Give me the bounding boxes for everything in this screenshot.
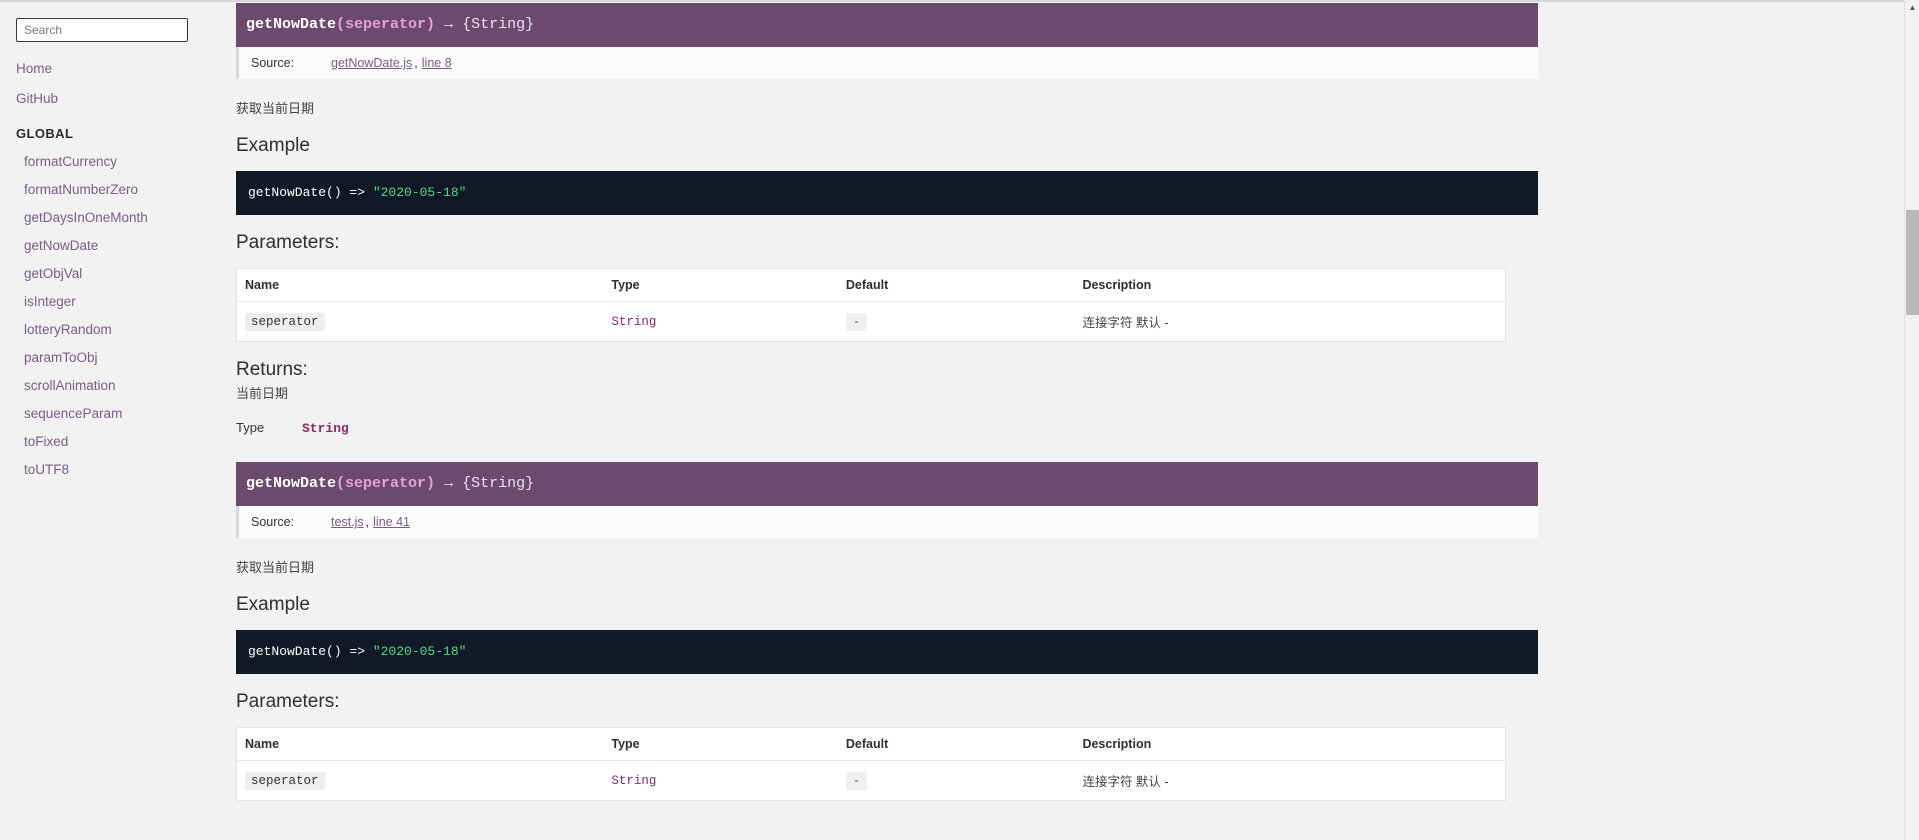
cell-param-name: seperator (237, 761, 604, 801)
sidebar-item-toutf8[interactable]: toUTF8 (24, 462, 220, 478)
table-row: seperator String - 连接字符 默认 - (237, 302, 1506, 342)
example-code-string: "2020-05-18" (372, 185, 467, 200)
function-section: getNowDate(seperator) → {String} Source:… (236, 3, 1901, 436)
column-header-description: Description (1074, 268, 1506, 302)
function-return-type: {String} (462, 475, 535, 492)
parameters-heading: Parameters: (236, 232, 340, 253)
table-row: seperator String - 连接字符 默认 - (237, 761, 1506, 801)
table-header-row: Name Type Default Description (236, 727, 1506, 761)
cell-param-type: String (603, 302, 838, 342)
column-header-default: Default (837, 727, 1075, 761)
function-description: 获取当前日期 (236, 101, 315, 116)
param-name-badge: seperator (245, 313, 325, 331)
cell-param-name: seperator (237, 302, 604, 342)
source-label: Source: (251, 515, 295, 529)
column-header-name: Name (236, 727, 604, 761)
page-root: Home GitHub GLOBAL formatCurrency format… (0, 0, 1919, 840)
returns-type-row: Type String (236, 420, 1901, 436)
function-signature-header: getNowDate(seperator) → {String} (236, 462, 1538, 506)
example-code-block: getNowDate() => "2020-05-18" (236, 630, 1538, 674)
cell-param-default: - (838, 761, 1075, 801)
parameters-table: Name Type Default Description seperator … (236, 268, 1506, 342)
sidebar-item-sequenceparam[interactable]: sequenceParam (24, 406, 220, 422)
sidebar-link-home[interactable]: Home (16, 61, 220, 77)
function-params: (seperator) (336, 16, 436, 33)
function-return-type: {String} (462, 16, 535, 33)
sidebar-item-scrollanimation[interactable]: scrollAnimation (24, 378, 220, 394)
sidebar-item-lotteryrandom[interactable]: lotteryRandom (24, 322, 220, 338)
param-description-text: 连接字符 默认 - (1082, 316, 1169, 330)
sidebar-item-paramtoobj[interactable]: paramToObj (24, 350, 220, 366)
function-name: getNowDate (246, 16, 337, 33)
parameters-table: Name Type Default Description seperator … (236, 727, 1506, 801)
source-separator: , (414, 56, 418, 70)
sidebar: Home GitHub GLOBAL formatCurrency format… (0, 0, 236, 840)
returns-description: 当前日期 (236, 386, 289, 401)
source-file-link[interactable]: getNowDate.js (331, 56, 412, 70)
example-heading: Example (236, 135, 310, 156)
function-params: (seperator) (336, 475, 436, 492)
arrow-icon: → (444, 16, 454, 33)
scrollbar-thumb[interactable] (1906, 210, 1919, 315)
param-description-text: 连接字符 默认 - (1082, 775, 1169, 789)
source-separator: , (365, 515, 370, 529)
cell-param-type: String (603, 761, 838, 801)
sidebar-item-isinteger[interactable]: isInteger (24, 294, 220, 310)
example-code-prefix: getNowDate() => (248, 185, 373, 200)
param-default-badge: - (845, 313, 868, 331)
param-default-badge: - (845, 772, 868, 790)
cell-param-default: - (838, 302, 1075, 342)
function-signature-header: getNowDate(seperator) → {String} (236, 3, 1538, 47)
column-header-type: Type (603, 727, 838, 761)
column-header-name: Name (236, 268, 604, 302)
source-row: Source: test.js, line 41 (236, 506, 1538, 538)
parameters-heading: Parameters: (236, 691, 340, 712)
param-type-value: String (611, 315, 657, 329)
main-content: getNowDate(seperator) → {String} Source:… (236, 0, 1919, 840)
sidebar-section-title-global: GLOBAL (16, 126, 74, 141)
table-header-row: Name Type Default Description (236, 268, 1506, 302)
returns-type-label: Type (236, 420, 265, 435)
example-code-string: "2020-05-18" (372, 644, 467, 659)
column-header-description: Description (1074, 727, 1506, 761)
vertical-scrollbar[interactable]: ▲ (1904, 0, 1919, 840)
search-input[interactable] (16, 18, 188, 42)
column-header-default: Default (837, 268, 1075, 302)
sidebar-item-getnowdate[interactable]: getNowDate (24, 238, 220, 254)
example-code-block: getNowDate() => "2020-05-18" (236, 171, 1538, 215)
arrow-icon: → (444, 475, 454, 492)
column-header-type: Type (603, 268, 838, 302)
returns-heading: Returns: (236, 359, 308, 380)
cell-param-description: 连接字符 默认 - (1074, 302, 1505, 342)
source-line-link[interactable]: line 8 (422, 56, 452, 70)
function-description: 获取当前日期 (236, 560, 315, 575)
cell-param-description: 连接字符 默认 - (1074, 761, 1505, 801)
param-name-badge: seperator (245, 772, 325, 790)
source-line-link[interactable]: line 41 (373, 515, 410, 529)
sidebar-item-getdaysinonemonth[interactable]: getDaysInOneMonth (24, 210, 220, 226)
returns-type-value: String (302, 421, 349, 436)
source-label: Source: (251, 56, 295, 70)
source-file-link[interactable]: test.js (331, 515, 364, 529)
function-name: getNowDate (246, 475, 337, 492)
example-heading: Example (236, 594, 310, 615)
sidebar-item-tofixed[interactable]: toFixed (24, 434, 220, 450)
param-type-value: String (611, 774, 657, 788)
function-section: getNowDate(seperator) → {String} Source:… (236, 462, 1901, 801)
sidebar-item-formatnumberzero[interactable]: formatNumberZero (24, 182, 220, 198)
sidebar-item-getobjval[interactable]: getObjVal (24, 266, 220, 282)
example-code-prefix: getNowDate() => (248, 644, 373, 659)
sidebar-item-formatcurrency[interactable]: formatCurrency (24, 154, 220, 170)
sidebar-link-github[interactable]: GitHub (16, 91, 220, 107)
scroll-up-arrow-icon[interactable]: ▲ (1905, 0, 1919, 15)
source-row: Source: getNowDate.js, line 8 (236, 47, 1538, 79)
